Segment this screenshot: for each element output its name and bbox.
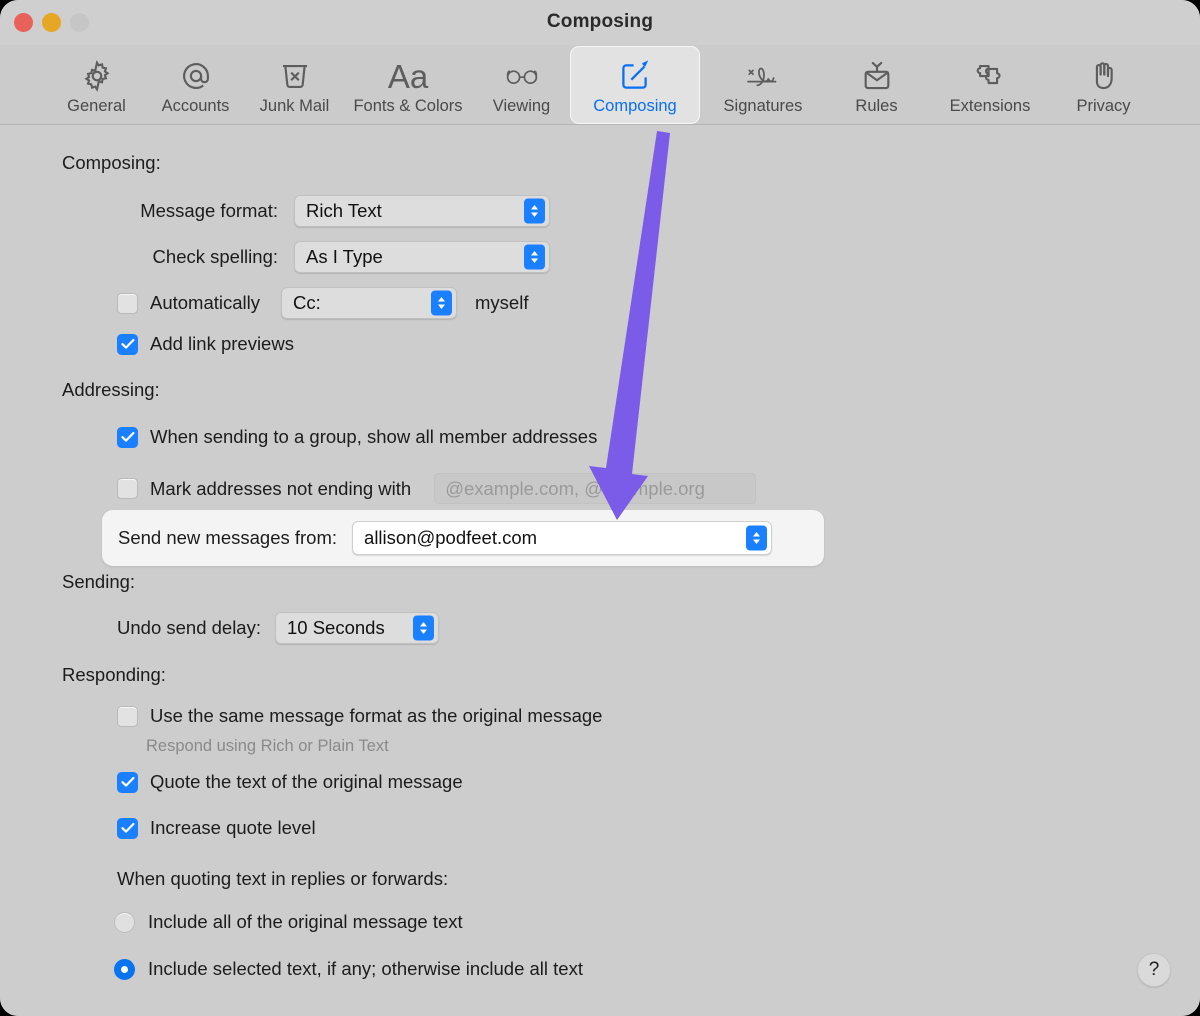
signature-icon bbox=[743, 55, 783, 97]
add-link-previews-checkbox[interactable] bbox=[117, 334, 138, 355]
sending-section-heading: Sending: bbox=[62, 571, 135, 593]
title-bar: Composing bbox=[0, 0, 1200, 45]
toolbar-item-accounts[interactable]: Accounts bbox=[146, 47, 245, 123]
automatically-label: Automatically bbox=[150, 292, 260, 314]
group-addresses-checkbox[interactable] bbox=[117, 427, 138, 448]
toolbar-label: Fonts & Colors bbox=[353, 97, 462, 116]
quote-text-checkbox[interactable] bbox=[117, 772, 138, 793]
increase-quote-label: Increase quote level bbox=[150, 817, 316, 839]
same-format-row: Use the same message format as the origi… bbox=[117, 705, 602, 727]
toolbar-item-extensions[interactable]: Extensions bbox=[926, 47, 1054, 123]
toolbar-item-rules[interactable]: Rules bbox=[827, 47, 926, 123]
hand-icon bbox=[1087, 55, 1121, 97]
message-format-row: Message format: Rich Text bbox=[62, 195, 552, 227]
at-sign-icon bbox=[179, 55, 213, 97]
toolbar-item-signatures[interactable]: Signatures bbox=[699, 47, 827, 123]
same-format-sublabel: Respond using Rich or Plain Text bbox=[146, 737, 389, 756]
undo-send-delay-value: 10 Seconds bbox=[287, 617, 385, 639]
check-spelling-value: As I Type bbox=[306, 246, 383, 268]
mark-addresses-label: Mark addresses not ending with bbox=[150, 478, 411, 500]
group-addresses-label: When sending to a group, show all member… bbox=[150, 426, 597, 448]
increase-quote-checkbox[interactable] bbox=[117, 818, 138, 839]
toolbar-item-general[interactable]: General bbox=[47, 47, 146, 123]
cc-bcc-value: Cc: bbox=[293, 292, 321, 314]
quote-option-all-row: Include all of the original message text bbox=[114, 911, 463, 933]
mail-preferences-window: Composing General Accounts bbox=[0, 0, 1200, 1016]
chevron-updown-icon bbox=[746, 526, 767, 551]
quote-option-all-radio[interactable] bbox=[114, 912, 135, 933]
composing-section-heading: Composing: bbox=[62, 152, 161, 174]
automatically-cc-row: Automatically Cc: myself bbox=[117, 287, 528, 319]
message-format-popup[interactable]: Rich Text bbox=[294, 195, 550, 227]
toolbar-label: Viewing bbox=[493, 97, 550, 116]
check-spelling-popup[interactable]: As I Type bbox=[294, 241, 550, 273]
responding-section-heading: Responding: bbox=[62, 664, 166, 686]
message-format-label: Message format: bbox=[62, 200, 278, 222]
chevron-updown-icon bbox=[524, 199, 545, 224]
compose-pencil-icon bbox=[618, 55, 652, 97]
chevron-updown-icon bbox=[524, 245, 545, 270]
trash-x-icon bbox=[278, 55, 312, 97]
check-spelling-label: Check spelling: bbox=[62, 246, 278, 268]
eyeglasses-icon bbox=[504, 55, 540, 97]
toolbar-label: Privacy bbox=[1076, 97, 1130, 116]
automatically-checkbox[interactable] bbox=[117, 293, 138, 314]
cc-bcc-popup[interactable]: Cc: bbox=[281, 287, 457, 319]
envelope-arrows-icon bbox=[860, 55, 894, 97]
same-format-label: Use the same message format as the origi… bbox=[150, 705, 602, 727]
same-format-checkbox[interactable] bbox=[117, 706, 138, 727]
quote-option-all-label: Include all of the original message text bbox=[148, 911, 463, 933]
check-spelling-row: Check spelling: As I Type bbox=[62, 241, 552, 273]
gear-icon bbox=[80, 55, 114, 97]
toolbar-label: Accounts bbox=[162, 97, 230, 116]
addressing-section-heading: Addressing: bbox=[62, 379, 160, 401]
toolbar-item-composing[interactable]: Composing bbox=[571, 47, 699, 123]
increase-quote-row: Increase quote level bbox=[117, 817, 316, 839]
send-from-value: allison@podfeet.com bbox=[364, 527, 537, 549]
help-button[interactable]: ? bbox=[1137, 953, 1171, 987]
aa-text-icon: Aa bbox=[388, 55, 428, 97]
send-new-messages-from-row: Send new messages from: allison@podfeet.… bbox=[118, 521, 772, 555]
quote-text-label: Quote the text of the original message bbox=[150, 771, 463, 793]
question-mark-icon: ? bbox=[1149, 959, 1160, 981]
myself-label: myself bbox=[475, 292, 528, 314]
undo-send-delay-label: Undo send delay: bbox=[117, 617, 261, 639]
send-from-label: Send new messages from: bbox=[118, 527, 337, 549]
mark-addresses-checkbox[interactable] bbox=[117, 478, 138, 499]
toolbar-label: Composing bbox=[593, 97, 676, 116]
toolbar-label: Junk Mail bbox=[260, 97, 330, 116]
undo-send-delay-popup[interactable]: 10 Seconds bbox=[275, 612, 439, 644]
quote-option-selected-row: Include selected text, if any; otherwise… bbox=[114, 958, 583, 980]
quote-option-selected-label: Include selected text, if any; otherwise… bbox=[148, 958, 583, 980]
send-new-messages-from-popup[interactable]: allison@podfeet.com bbox=[352, 521, 772, 555]
toolbar-item-junk-mail[interactable]: Junk Mail bbox=[245, 47, 344, 123]
toolbar-item-fonts-colors[interactable]: Aa Fonts & Colors bbox=[344, 47, 472, 123]
toolbar-item-privacy[interactable]: Privacy bbox=[1054, 47, 1153, 123]
message-format-value: Rich Text bbox=[306, 200, 382, 222]
mark-addresses-row: Mark addresses not ending with @example.… bbox=[117, 473, 756, 504]
window-title: Composing bbox=[0, 11, 1200, 33]
mark-addresses-domains-field[interactable]: @example.com, @example.org bbox=[434, 473, 756, 504]
toolbar-label: Extensions bbox=[950, 97, 1031, 116]
undo-send-delay-row: Undo send delay: 10 Seconds bbox=[117, 612, 439, 644]
quote-option-selected-radio[interactable] bbox=[114, 959, 135, 980]
chevron-updown-icon bbox=[413, 616, 434, 641]
quote-text-row: Quote the text of the original message bbox=[117, 771, 463, 793]
preferences-content: Composing: Message format: Rich Text Che… bbox=[0, 125, 1200, 1016]
toolbar-label: General bbox=[67, 97, 126, 116]
toolbar-label: Rules bbox=[855, 97, 897, 116]
add-link-previews-label: Add link previews bbox=[150, 333, 294, 355]
preferences-toolbar: General Accounts Junk Mail bbox=[0, 45, 1200, 125]
toolbar-item-viewing[interactable]: Viewing bbox=[472, 47, 571, 123]
puzzle-piece-icon bbox=[973, 55, 1007, 97]
toolbar-label: Signatures bbox=[724, 97, 803, 116]
group-addresses-row: When sending to a group, show all member… bbox=[117, 426, 597, 448]
mark-addresses-placeholder: @example.com, @example.org bbox=[445, 478, 705, 500]
quoting-heading: When quoting text in replies or forwards… bbox=[117, 868, 448, 890]
add-link-previews-row: Add link previews bbox=[117, 333, 294, 355]
chevron-updown-icon bbox=[431, 291, 452, 316]
